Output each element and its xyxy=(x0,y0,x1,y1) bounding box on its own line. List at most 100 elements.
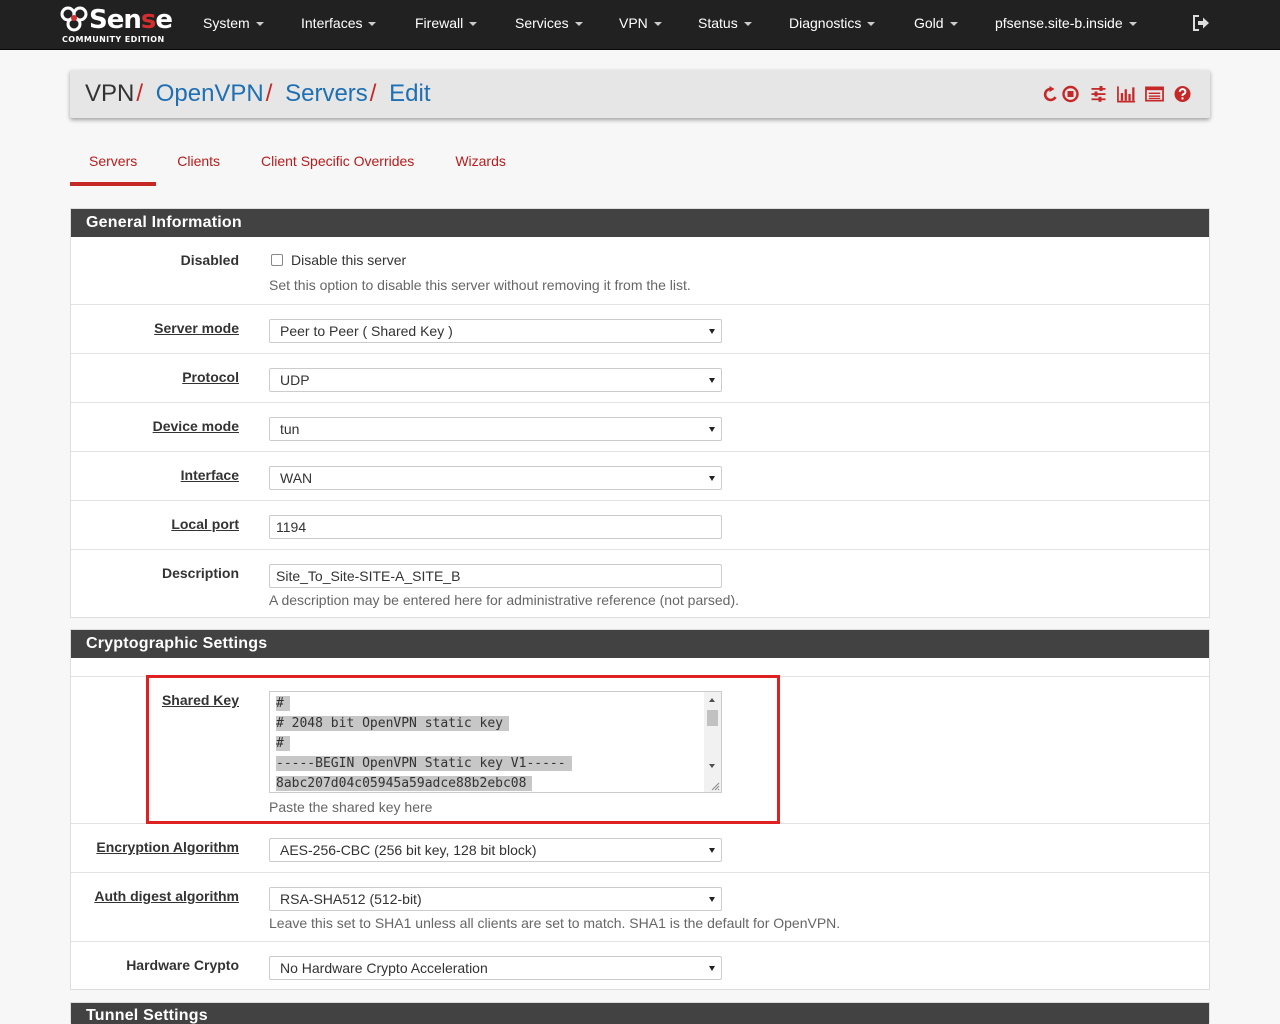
panel-spacer xyxy=(71,658,1209,677)
disabled-row: Disabled Disable this server Set this op… xyxy=(71,237,1209,305)
dropdown-arrow-icon xyxy=(709,848,715,853)
auth-digest-label: Auth digest algorithm xyxy=(94,888,239,904)
device-mode-select[interactable]: tun xyxy=(269,417,722,441)
breadcrumb-shortcuts xyxy=(1040,85,1192,103)
dropdown-arrow-icon xyxy=(709,966,715,971)
brand-subtitle: COMMUNITY EDITION xyxy=(62,35,165,44)
chevron-down-icon xyxy=(368,22,377,27)
log-list-icon[interactable] xyxy=(1145,85,1164,103)
server-mode-label: Server mode xyxy=(154,320,239,336)
hardware-crypto-row: Hardware Crypto No Hardware Crypto Accel… xyxy=(71,942,1209,989)
dropdown-arrow-icon xyxy=(709,897,715,902)
tab-bar: Servers Clients Client Specific Override… xyxy=(70,142,527,186)
disable-server-checkbox-group[interactable]: Disable this server xyxy=(271,252,406,268)
shared-key-label: Shared Key xyxy=(161,692,239,708)
help-icon[interactable] xyxy=(1173,85,1192,103)
stop-icon[interactable] xyxy=(1061,85,1080,103)
interface-row: Interface WAN xyxy=(71,452,1209,501)
breadcrumb-root: VPN xyxy=(85,80,135,107)
dropdown-arrow-icon xyxy=(709,329,715,334)
breadcrumb: VPN/ OpenVPN/ Servers/ Edit xyxy=(85,70,431,118)
nav-system[interactable]: System xyxy=(203,0,264,46)
breadcrumb-edit-link[interactable]: Edit xyxy=(389,80,430,107)
settings-sliders-icon[interactable] xyxy=(1089,85,1108,103)
shared-key-textarea[interactable]: # # 2048 bit OpenVPN static key # -----B… xyxy=(269,691,722,793)
nav-services[interactable]: Services xyxy=(515,0,583,46)
brand-wordmark: Sense xyxy=(89,5,173,35)
nav-vpn[interactable]: VPN xyxy=(619,0,662,46)
local-port-row: Local port 1194 xyxy=(71,501,1209,550)
chevron-down-icon xyxy=(653,22,662,27)
pfsense-logo[interactable]: Sense COMMUNITY EDITION xyxy=(60,4,175,46)
tab-client-specific-overrides[interactable]: Client Specific Overrides xyxy=(241,142,434,186)
hardware-crypto-select[interactable]: No Hardware Crypto Acceleration xyxy=(269,956,722,980)
description-input[interactable]: Site_To_Site-SITE-A_SITE_B xyxy=(269,564,722,588)
dropdown-arrow-icon xyxy=(709,476,715,481)
breadcrumb-openvpn-link[interactable]: OpenVPN xyxy=(156,80,264,107)
protocol-label: Protocol xyxy=(182,369,239,385)
device-mode-row: Device mode tun xyxy=(71,403,1209,452)
breadcrumb-panel: VPN/ OpenVPN/ Servers/ Edit xyxy=(70,70,1210,118)
local-port-input[interactable]: 1194 xyxy=(269,515,722,539)
breadcrumb-servers-link[interactable]: Servers xyxy=(285,80,368,107)
server-mode-row: Server mode Peer to Peer ( Shared Key ) xyxy=(71,305,1209,354)
hardware-crypto-label: Hardware Crypto xyxy=(126,957,239,973)
general-information-heading: General Information xyxy=(71,209,1209,237)
auth-digest-select[interactable]: RSA-SHA512 (512-bit) xyxy=(269,887,722,911)
top-navbar: Sense COMMUNITY EDITION System Interface… xyxy=(0,0,1280,50)
dropdown-arrow-icon xyxy=(709,427,715,432)
breadcrumb-separator: / xyxy=(369,80,377,107)
sign-out-icon[interactable] xyxy=(1192,14,1210,32)
nav-interfaces[interactable]: Interfaces xyxy=(301,0,377,46)
tab-wizards[interactable]: Wizards xyxy=(435,142,526,186)
interface-select[interactable]: WAN xyxy=(269,466,722,490)
disabled-label: Disabled xyxy=(180,252,239,268)
nav-firewall[interactable]: Firewall xyxy=(415,0,478,46)
interface-label: Interface xyxy=(180,467,239,483)
general-information-panel: General Information Disabled Disable thi… xyxy=(70,208,1210,618)
encryption-algorithm-select[interactable]: AES-256-CBC (256 bit key, 128 bit block) xyxy=(269,838,722,862)
chevron-down-icon xyxy=(574,22,583,27)
nav-hostname[interactable]: pfsense.site-b.inside xyxy=(995,0,1137,46)
tab-clients[interactable]: Clients xyxy=(157,142,240,186)
shared-key-line: # 2048 bit OpenVPN static key xyxy=(276,714,572,734)
shared-key-row: Shared Key # # 2048 bit OpenVPN static k… xyxy=(71,677,1209,824)
description-label: Description xyxy=(161,565,239,581)
scroll-up-icon[interactable] xyxy=(709,698,715,702)
server-mode-select[interactable]: Peer to Peer ( Shared Key ) xyxy=(269,319,722,343)
shared-key-help-text: Paste the shared key here xyxy=(269,799,433,815)
textarea-scrollbar[interactable] xyxy=(704,692,721,792)
scroll-down-icon[interactable] xyxy=(709,764,715,768)
shared-key-line: -----BEGIN OpenVPN Static key V1----- xyxy=(276,754,572,774)
shared-key-line: # xyxy=(276,734,572,754)
tunnel-settings-heading: Tunnel Settings xyxy=(71,1003,1209,1024)
shared-key-line: 8abc207d04c05945a59adce88b2ebc08 xyxy=(276,774,572,792)
protocol-row: Protocol UDP xyxy=(71,354,1209,403)
device-mode-label: Device mode xyxy=(152,418,239,434)
resize-grip-icon[interactable] xyxy=(710,781,720,791)
cryptographic-settings-heading: Cryptographic Settings xyxy=(71,630,1209,658)
tunnel-settings-panel: Tunnel Settings xyxy=(70,1002,1210,1024)
scrollbar-thumb[interactable] xyxy=(707,710,718,726)
nav-status[interactable]: Status xyxy=(698,0,752,46)
disable-server-checkbox[interactable] xyxy=(271,254,283,266)
nav-diagnostics[interactable]: Diagnostics xyxy=(789,0,876,46)
local-port-label: Local port xyxy=(171,516,239,532)
disable-server-checkbox-label[interactable]: Disable this server xyxy=(291,252,406,268)
description-row: Description Site_To_Site-SITE-A_SITE_B A… xyxy=(71,550,1209,617)
breadcrumb-separator: / xyxy=(265,80,273,107)
chevron-down-icon xyxy=(469,22,478,27)
auth-digest-row: Auth digest algorithm RSA-SHA512 (512-bi… xyxy=(71,873,1209,942)
chevron-down-icon xyxy=(1128,22,1137,27)
dropdown-arrow-icon xyxy=(709,378,715,383)
description-help-text: A description may be entered here for ad… xyxy=(269,592,740,608)
nav-gold[interactable]: Gold xyxy=(914,0,958,46)
breadcrumb-separator: / xyxy=(136,80,144,107)
auth-digest-help-text: Leave this set to SHA1 unless all client… xyxy=(269,915,841,931)
encryption-algorithm-label: Encryption Algorithm xyxy=(96,839,239,855)
tab-servers[interactable]: Servers xyxy=(70,142,157,186)
protocol-select[interactable]: UDP xyxy=(269,368,722,392)
bar-chart-icon[interactable] xyxy=(1117,85,1136,103)
shared-key-content: # # 2048 bit OpenVPN static key # -----B… xyxy=(276,694,572,792)
chevron-down-icon xyxy=(743,22,752,27)
